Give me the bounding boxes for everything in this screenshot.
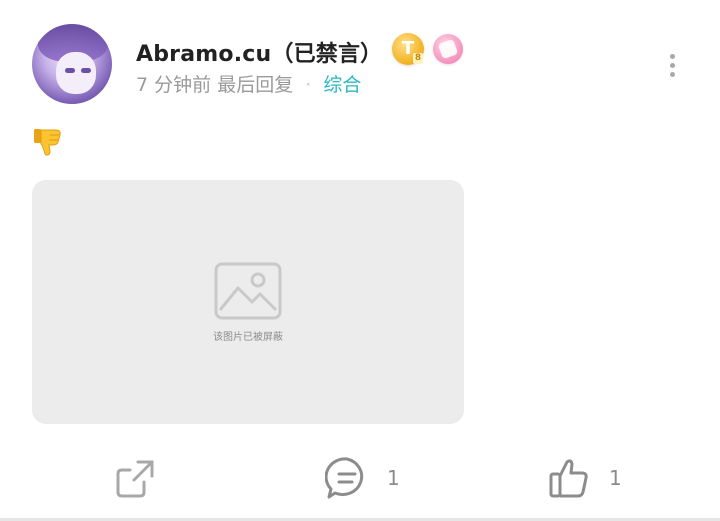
image-placeholder-icon xyxy=(214,262,282,320)
avatar-face xyxy=(56,52,96,94)
user-avatar[interactable] xyxy=(32,24,112,104)
avatar-eye-left xyxy=(65,68,75,73)
share-button[interactable] xyxy=(114,456,158,500)
post-time: 7 分钟前 xyxy=(136,74,212,96)
badge-level: 8 xyxy=(413,53,423,64)
meta-separator: · xyxy=(305,74,312,96)
post-meta: 7 分钟前 最后回复 · 综合 xyxy=(136,70,361,97)
like-count: 1 xyxy=(609,466,622,490)
comment-count: 1 xyxy=(387,466,400,490)
like-button[interactable]: 1 xyxy=(547,456,622,500)
pink-rabbit-badge-icon[interactable] xyxy=(433,34,463,64)
blocked-image-caption: 该图片已被屏蔽 xyxy=(213,332,283,343)
avatar-eye-right xyxy=(81,68,91,73)
comment-button[interactable]: 1 xyxy=(325,456,400,500)
author-name[interactable]: Abramo.cu（已禁言） xyxy=(136,36,382,68)
last-reply-label: 最后回复 xyxy=(217,74,294,96)
comment-icon xyxy=(325,457,364,499)
gold-t-badge-icon[interactable]: T 8 xyxy=(392,33,424,65)
thumbs-down-emoji-icon xyxy=(34,129,61,156)
share-icon xyxy=(116,460,154,498)
more-options-icon[interactable] xyxy=(668,54,676,78)
category-link[interactable]: 综合 xyxy=(323,74,361,96)
thumbs-up-icon xyxy=(549,459,588,498)
blocked-image[interactable]: 该图片已被屏蔽 xyxy=(32,180,464,424)
